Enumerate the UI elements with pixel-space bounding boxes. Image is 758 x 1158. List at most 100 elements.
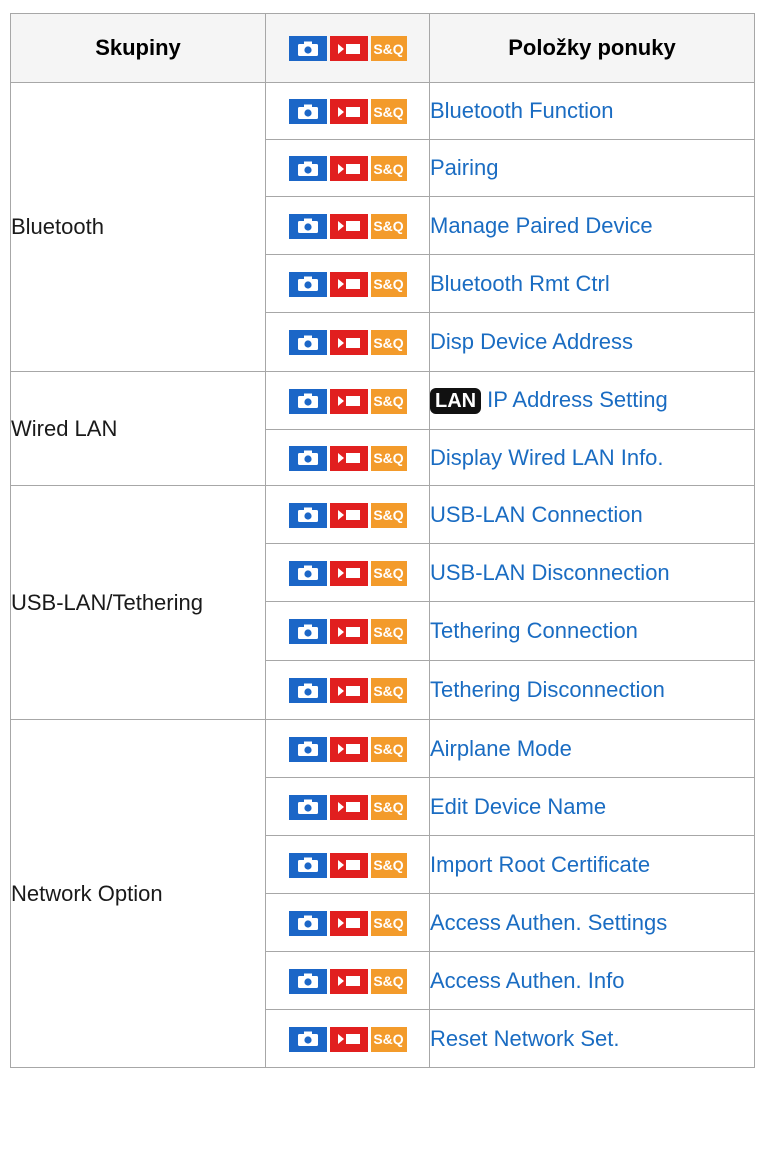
sq-icon: S&Q bbox=[370, 678, 407, 704]
movie-icon bbox=[329, 560, 368, 586]
menu-item-link[interactable]: Pairing bbox=[430, 155, 498, 180]
movie-icon bbox=[329, 678, 368, 704]
camera-icon bbox=[288, 445, 327, 471]
movie-icon bbox=[329, 968, 368, 994]
camera-icon bbox=[288, 794, 327, 820]
mode-icons-cell: S&Q bbox=[265, 893, 430, 952]
sq-icon: S&Q bbox=[370, 213, 407, 239]
menu-item-link[interactable]: Reset Network Set. bbox=[430, 1026, 620, 1051]
mode-icons-cell: S&Q bbox=[265, 601, 430, 661]
camera-icon bbox=[288, 156, 327, 182]
mode-icons-cell: S&Q bbox=[265, 254, 430, 313]
sq-icon: S&Q bbox=[370, 736, 407, 762]
camera-icon bbox=[288, 213, 327, 239]
mode-icon-set: S&Q bbox=[288, 213, 407, 239]
mode-icon-set: S&Q bbox=[288, 794, 407, 820]
menu-item-link[interactable]: Tethering Connection bbox=[430, 618, 638, 643]
sq-icon: S&Q bbox=[370, 1026, 407, 1052]
sq-icon: S&Q bbox=[370, 619, 407, 645]
camera-icon bbox=[288, 560, 327, 586]
menu-item-link[interactable]: Bluetooth Function bbox=[430, 98, 613, 123]
sq-icon: S&Q bbox=[370, 968, 407, 994]
movie-icon bbox=[329, 445, 368, 471]
menu-item-link[interactable]: USB-LAN Connection bbox=[430, 502, 643, 527]
mode-icon-set: S&Q bbox=[288, 36, 407, 62]
mode-icon-set: S&Q bbox=[288, 99, 407, 125]
mode-icon-set: S&Q bbox=[288, 736, 407, 762]
menu-item-cell: USB-LAN Connection bbox=[429, 485, 755, 544]
menu-item-link[interactable]: Disp Device Address bbox=[430, 329, 633, 354]
mode-icon-set: S&Q bbox=[288, 678, 407, 704]
menu-item-link[interactable]: USB-LAN Disconnection bbox=[430, 560, 670, 585]
mode-icons-cell: S&Q bbox=[265, 312, 430, 372]
menu-item-link[interactable]: Bluetooth Rmt Ctrl bbox=[430, 271, 610, 296]
menu-item-link[interactable]: IP Address Setting bbox=[487, 387, 668, 412]
mode-icons-cell: S&Q bbox=[265, 82, 430, 140]
movie-icon bbox=[329, 1026, 368, 1052]
menu-item-link[interactable]: Import Root Certificate bbox=[430, 852, 650, 877]
mode-icon-set: S&Q bbox=[288, 156, 407, 182]
menu-item-cell: Import Root Certificate bbox=[429, 835, 755, 894]
mode-icons-cell: S&Q bbox=[265, 485, 430, 544]
menu-item-cell: Manage Paired Device bbox=[429, 196, 755, 255]
movie-icon bbox=[329, 213, 368, 239]
mode-icons-cell: S&Q bbox=[265, 777, 430, 836]
menu-item-cell: Airplane Mode bbox=[429, 719, 755, 778]
menu-item-link[interactable]: Access Authen. Settings bbox=[430, 910, 667, 935]
movie-icon bbox=[329, 619, 368, 645]
movie-icon bbox=[329, 736, 368, 762]
sq-icon: S&Q bbox=[370, 99, 407, 125]
mode-icon-set: S&Q bbox=[288, 330, 407, 356]
camera-icon bbox=[288, 619, 327, 645]
sq-icon: S&Q bbox=[370, 156, 407, 182]
table-row: Network Option S&Q Airplane Mode bbox=[10, 719, 755, 1068]
group-name: Wired LAN bbox=[10, 371, 266, 486]
mode-icon-set: S&Q bbox=[288, 445, 407, 471]
mode-icons-cell: S&Q bbox=[265, 951, 430, 1010]
camera-icon bbox=[288, 99, 327, 125]
movie-icon bbox=[329, 388, 368, 414]
menu-item-cell: Access Authen. Settings bbox=[429, 893, 755, 952]
camera-icon bbox=[288, 36, 327, 62]
menu-item-cell: Access Authen. Info bbox=[429, 951, 755, 1010]
group-name: USB-LAN/Tethering bbox=[10, 485, 266, 720]
sq-icon: S&Q bbox=[370, 330, 407, 356]
menu-item-link[interactable]: Access Authen. Info bbox=[430, 968, 624, 993]
movie-icon bbox=[329, 330, 368, 356]
menu-item-link[interactable]: Tethering Disconnection bbox=[430, 677, 665, 702]
mode-icon-set: S&Q bbox=[288, 619, 407, 645]
menu-item-cell: Reset Network Set. bbox=[429, 1009, 755, 1068]
menu-item-link[interactable]: Edit Device Name bbox=[430, 794, 606, 819]
sq-icon: S&Q bbox=[370, 36, 407, 62]
menu-item-cell: Tethering Disconnection bbox=[429, 660, 755, 720]
lan-badge-icon: LAN bbox=[430, 388, 482, 415]
table-row: USB-LAN/Tethering S&Q USB-LAN Connection bbox=[10, 485, 755, 720]
movie-icon bbox=[329, 794, 368, 820]
menu-item-cell: Edit Device Name bbox=[429, 777, 755, 836]
menu-item-cell: Pairing bbox=[429, 139, 755, 197]
menu-item-cell: USB-LAN Disconnection bbox=[429, 543, 755, 602]
menu-item-link[interactable]: Display Wired LAN Info. bbox=[430, 445, 664, 470]
sq-icon: S&Q bbox=[370, 271, 407, 297]
menu-item-link[interactable]: Airplane Mode bbox=[430, 736, 572, 761]
sq-icon: S&Q bbox=[370, 560, 407, 586]
movie-icon bbox=[329, 156, 368, 182]
mode-icon-set: S&Q bbox=[288, 852, 407, 878]
mode-icon-set: S&Q bbox=[288, 968, 407, 994]
header-icons: S&Q bbox=[265, 13, 430, 83]
mode-icons-cell: S&Q bbox=[265, 660, 430, 720]
sq-icon: S&Q bbox=[370, 388, 407, 414]
mode-icons-cell: S&Q bbox=[265, 429, 430, 486]
mode-icons-cell: S&Q bbox=[265, 1009, 430, 1068]
sq-icon: S&Q bbox=[370, 910, 407, 936]
movie-icon bbox=[329, 910, 368, 936]
mode-icons-cell: S&Q bbox=[265, 371, 430, 430]
menu-item-link[interactable]: Manage Paired Device bbox=[430, 213, 653, 238]
header-items: Položky ponuky bbox=[429, 13, 755, 83]
camera-icon bbox=[288, 910, 327, 936]
mode-icons-cell: S&Q bbox=[265, 139, 430, 197]
menu-item-cell: LAN IP Address Setting bbox=[429, 371, 755, 430]
menu-item-cell: Display Wired LAN Info. bbox=[429, 429, 755, 486]
movie-icon bbox=[329, 271, 368, 297]
menu-item-cell: Bluetooth Rmt Ctrl bbox=[429, 254, 755, 313]
